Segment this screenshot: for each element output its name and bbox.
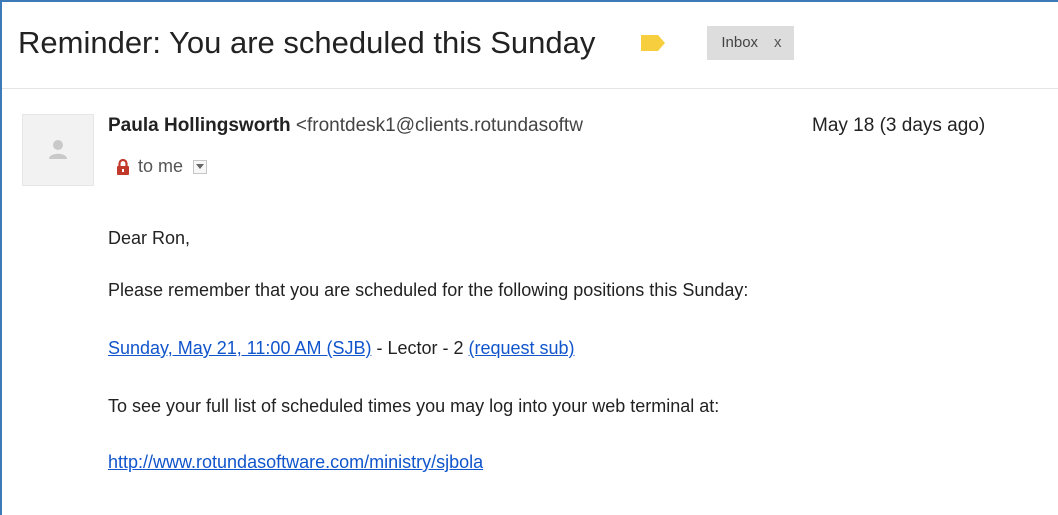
schedule-line: Sunday, May 21, 11:00 AM (SJB) - Lector … (108, 338, 575, 359)
recipient-line: to me (116, 156, 208, 177)
sender-line: Paula Hollingsworth <frontdesk1@clients.… (108, 115, 748, 137)
terminal-link-line: http://www.rotundasoftware.com/ministry/… (108, 452, 483, 473)
sender-email: <frontdesk1@clients.rotundasoftw (295, 115, 583, 136)
schedule-link[interactable]: Sunday, May 21, 11:00 AM (SJB) (108, 338, 371, 358)
person-silhouette-icon (49, 140, 67, 159)
inbox-label-text: Inbox (721, 34, 759, 51)
header-divider (2, 88, 1058, 89)
web-terminal-link[interactable]: http://www.rotundasoftware.com/ministry/… (108, 452, 483, 472)
sender-name[interactable]: Paula Hollingsworth (108, 115, 291, 136)
schedule-detail: - Lector - 2 (371, 338, 469, 358)
sender-avatar[interactable] (22, 114, 94, 186)
window-frame-top (0, 0, 1058, 2)
terminal-instruction: To see your full list of scheduled times… (108, 396, 720, 416)
greeting: Dear Ron, (108, 228, 191, 248)
subject-header: Reminder: You are scheduled this Sunday … (18, 18, 794, 68)
window-frame-left (0, 0, 2, 515)
email-date: May 18 (3 days ago) (812, 115, 986, 136)
remove-label-button[interactable]: x (774, 33, 782, 53)
reminder-line: Please remember that you are scheduled f… (108, 280, 749, 300)
recipient-details-dropdown[interactable] (193, 159, 208, 174)
email-subject: Reminder: You are scheduled this Sunday (18, 25, 596, 60)
recipient-text: to me (138, 156, 184, 176)
label-tag-icon[interactable] (639, 33, 667, 53)
chevron-down-icon (196, 164, 205, 169)
request-sub-link[interactable]: (request sub) (469, 338, 575, 358)
inbox-label-chip: Inbox x (707, 26, 794, 60)
padlock-icon (116, 158, 130, 176)
